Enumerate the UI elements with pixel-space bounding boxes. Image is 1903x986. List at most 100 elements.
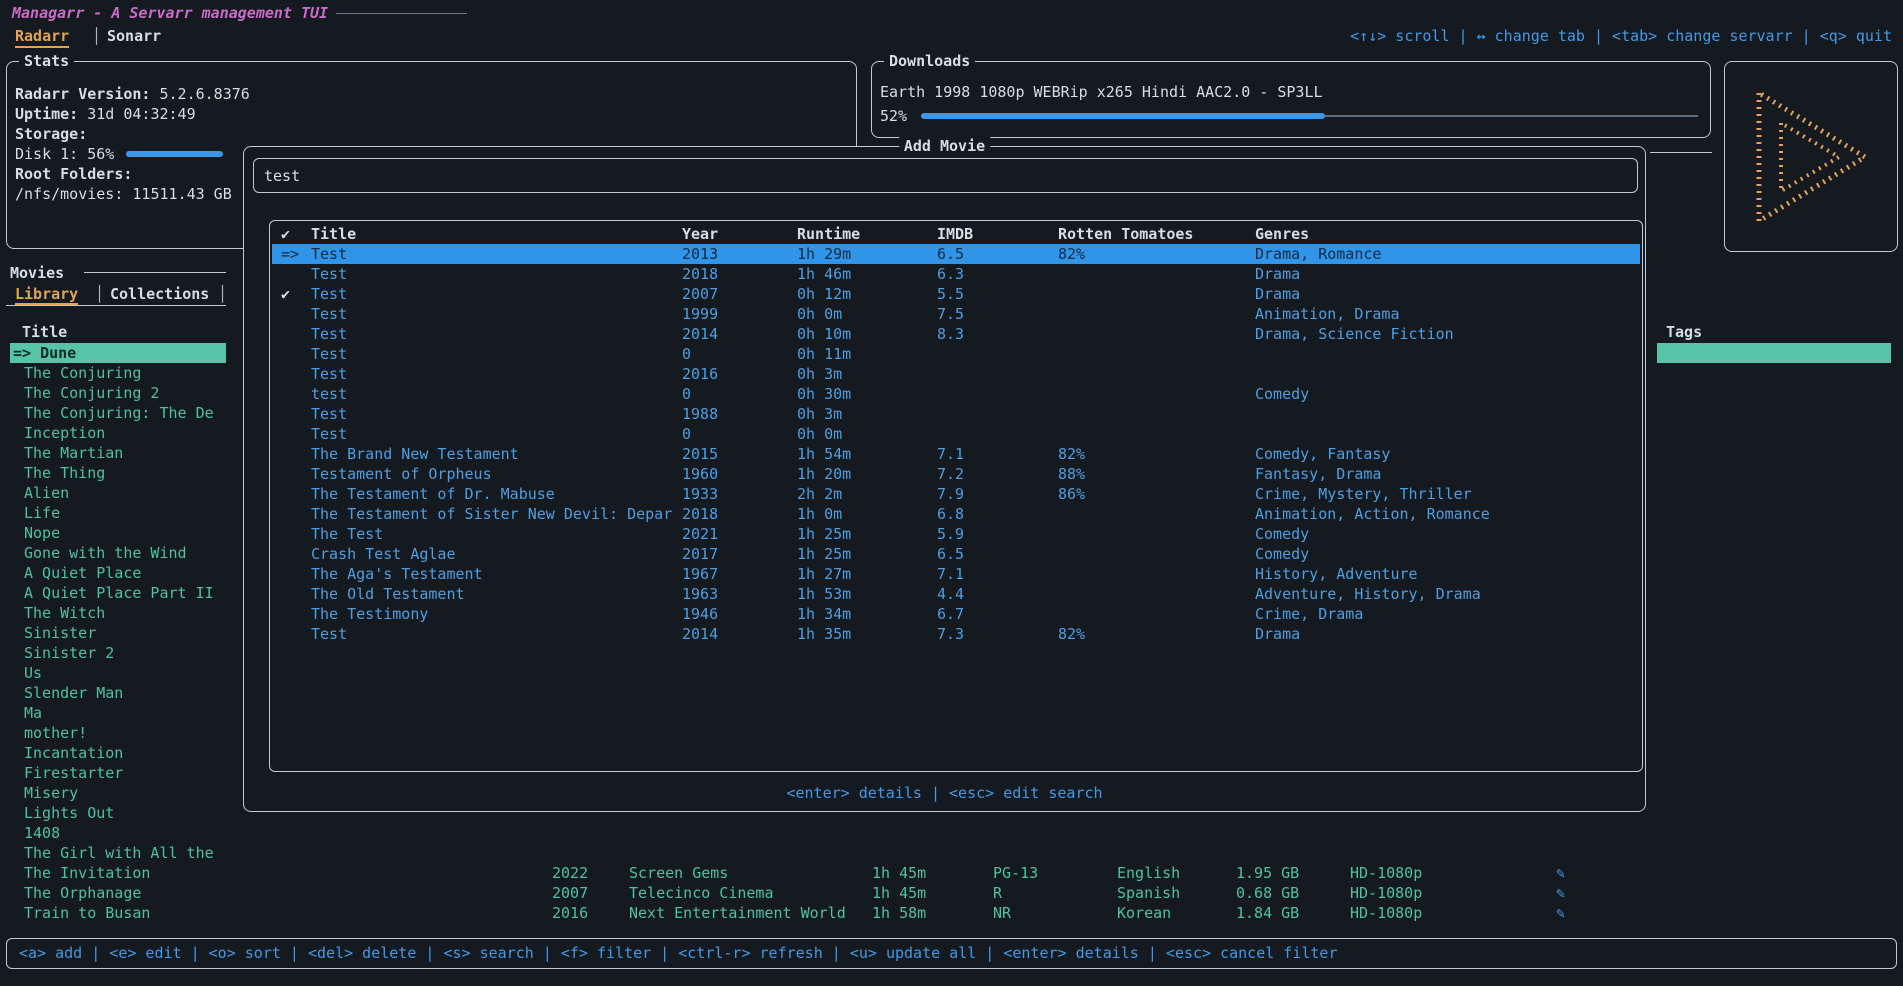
add-movie-results-table: ✔ Title Year Runtime IMDB Rotten Tomatoe… xyxy=(269,220,1643,772)
result-imdb: 7.2 xyxy=(937,464,964,484)
movie-title: Train to Busan xyxy=(24,903,150,923)
result-runtime: 0h 3m xyxy=(797,364,842,384)
result-year: 2018 xyxy=(682,264,718,284)
movie-row[interactable]: 1408 xyxy=(0,823,1903,843)
result-title: The Aga's Testament xyxy=(311,564,483,584)
movie-quality: HD-1080p xyxy=(1350,863,1422,883)
movie-row[interactable]: The Girl with All the xyxy=(0,843,1903,863)
result-title: Test xyxy=(311,244,347,264)
result-imdb: 5.9 xyxy=(937,524,964,544)
result-year: 0 xyxy=(682,344,691,364)
result-row[interactable]: Test19880h 3m xyxy=(272,404,1640,424)
result-title: Testament of Orpheus xyxy=(311,464,492,484)
result-runtime: 0h 3m xyxy=(797,404,842,424)
result-imdb: 6.5 xyxy=(937,544,964,564)
result-title: Crash Test Aglae xyxy=(311,544,456,564)
movie-studio: Screen Gems xyxy=(629,863,728,883)
result-row[interactable]: The Brand New Testament20151h 54m7.182%C… xyxy=(272,444,1640,464)
result-runtime: 1h 20m xyxy=(797,464,851,484)
result-row[interactable]: Test 0 0h 11m xyxy=(272,344,1640,364)
result-row[interactable]: The Testimony19461h 34m6.7Crime, Drama xyxy=(272,604,1640,624)
movie-title: Nope xyxy=(24,523,60,543)
result-row[interactable]: Test20141h 35m7.382%Drama xyxy=(272,624,1640,644)
result-row[interactable]: The Old Testament19631h 53m4.4Adventure,… xyxy=(272,584,1640,604)
movie-title: The Martian xyxy=(24,443,123,463)
result-runtime: 0h 10m xyxy=(797,324,851,344)
result-title: The Old Testament xyxy=(311,584,465,604)
movie-runtime: 1h 45m xyxy=(872,883,926,903)
movie-title: The Girl with All the xyxy=(24,843,214,863)
movie-title: Slender Man xyxy=(24,683,123,703)
result-title: Test xyxy=(311,364,347,384)
result-imdb: 7.5 xyxy=(937,304,964,324)
result-year: 2017 xyxy=(682,544,718,564)
movie-row[interactable]: The Orphanage2007Telecinco Cinema1h 45mR… xyxy=(0,883,1903,903)
result-row[interactable]: The Test20211h 25m5.9Comedy xyxy=(272,524,1640,544)
result-genres: Comedy xyxy=(1255,544,1309,564)
movie-row[interactable]: The Invitation2022Screen Gems1h 45mPG-13… xyxy=(0,863,1903,883)
result-genres: Animation, Drama xyxy=(1255,304,1400,324)
result-row[interactable]: Test00h 0m xyxy=(272,424,1640,444)
result-title: Test xyxy=(311,404,347,424)
result-rt: 82% xyxy=(1058,624,1085,644)
movie-title: Life xyxy=(24,503,60,523)
result-genres: Comedy xyxy=(1255,384,1309,404)
result-year: 2014 xyxy=(682,324,718,344)
result-title: The Test xyxy=(311,524,383,544)
result-runtime: 1h 29m xyxy=(797,244,851,264)
movie-size: 0.68 GB xyxy=(1236,883,1299,903)
result-row[interactable]: Testament of Orpheus19601h 20m7.288%Fant… xyxy=(272,464,1640,484)
selected-movie-title: => Dune xyxy=(10,343,226,363)
result-row[interactable]: Test20181h 46m6.3Drama xyxy=(272,264,1640,284)
added-check-icon: ✔ xyxy=(281,284,290,304)
result-year: 2013 xyxy=(682,244,718,264)
result-title: The Testimony xyxy=(311,604,428,624)
result-row[interactable]: The Testament of Dr. Mabuse19332h 2m7.98… xyxy=(272,484,1640,504)
result-title: Test xyxy=(311,624,347,644)
movie-size: 1.95 GB xyxy=(1236,863,1299,883)
movie-quality: HD-1080p xyxy=(1350,883,1422,903)
result-row[interactable]: test00h 30mComedy xyxy=(272,384,1640,404)
result-genres: Comedy xyxy=(1255,524,1309,544)
result-genres: Animation, Action, Romance xyxy=(1255,504,1490,524)
movie-year: 2022 xyxy=(552,863,588,883)
movie-certification: NR xyxy=(993,903,1011,923)
result-row[interactable]: Test20160h 3m xyxy=(272,364,1640,384)
movie-language: English xyxy=(1117,863,1180,883)
result-row[interactable]: The Aga's Testament19671h 27m7.1History,… xyxy=(272,564,1640,584)
movie-title: Misery xyxy=(24,783,78,803)
result-row-selected[interactable]: =>Test20131h 29m6.582%Drama, Romance xyxy=(272,244,1640,264)
movie-row[interactable]: Train to Busan2016Next Entertainment Wor… xyxy=(0,903,1903,923)
movie-title: The Conjuring xyxy=(24,363,141,383)
result-genres: Drama xyxy=(1255,284,1300,304)
result-row[interactable]: The Testament of Sister New Devil: Depar… xyxy=(272,504,1640,524)
result-year: 1946 xyxy=(682,604,718,624)
movie-title: mother! xyxy=(24,723,87,743)
result-genres: Drama, Romance xyxy=(1255,244,1381,264)
result-imdb: 6.3 xyxy=(937,264,964,284)
result-year: 1963 xyxy=(682,584,718,604)
result-genres: Adventure, History, Drama xyxy=(1255,584,1481,604)
movie-title: The Invitation xyxy=(24,863,150,883)
result-runtime: 1h 0m xyxy=(797,504,842,524)
result-imdb: 4.4 xyxy=(937,584,964,604)
movie-title: Gone with the Wind xyxy=(24,543,187,563)
result-runtime: 0h 30m xyxy=(797,384,851,404)
result-title: Test xyxy=(311,344,347,364)
result-row[interactable]: Test19990h 0m7.5Animation, Drama xyxy=(272,304,1640,324)
result-runtime: 0h 11m xyxy=(797,344,851,364)
result-rt: 82% xyxy=(1058,244,1085,264)
result-row[interactable]: ✔Test20070h 12m5.5Drama xyxy=(272,284,1640,304)
result-year: 0 xyxy=(682,424,691,444)
add-movie-search-input[interactable] xyxy=(254,167,1637,185)
result-title: The Testament of Sister New Devil: Depar xyxy=(311,504,672,524)
result-row[interactable]: Crash Test Aglae20171h 25m6.5Comedy xyxy=(272,544,1640,564)
result-genres: Crime, Drama xyxy=(1255,604,1363,624)
result-rt: 86% xyxy=(1058,484,1085,504)
result-genres: Comedy, Fantasy xyxy=(1255,444,1390,464)
movie-title: The Conjuring 2 xyxy=(24,383,159,403)
movie-title: Lights Out xyxy=(24,803,114,823)
results-table-body: =>Test20131h 29m6.582%Drama, RomanceTest… xyxy=(270,221,1642,771)
result-year: 1933 xyxy=(682,484,718,504)
result-row[interactable]: Test20140h 10m8.3Drama, Science Fiction xyxy=(272,324,1640,344)
